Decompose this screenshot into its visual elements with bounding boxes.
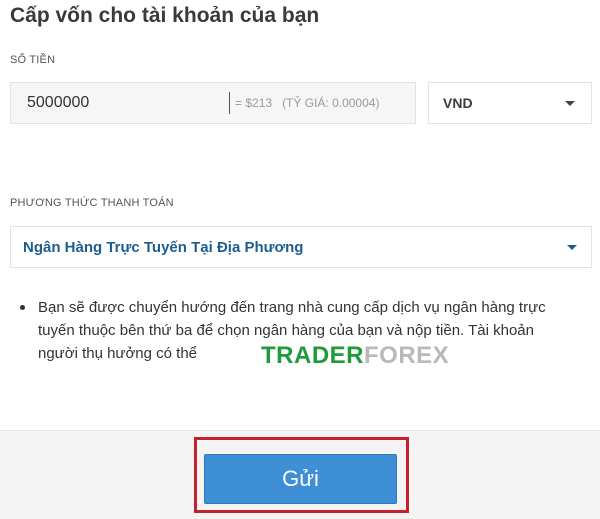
amount-label: SỐ TIỀN — [10, 54, 56, 66]
page-title: Cấp vốn cho tài khoản của bạn — [10, 4, 320, 27]
amount-value[interactable]: 5000000 — [27, 94, 89, 112]
chevron-down-icon — [567, 245, 577, 250]
payment-method-select[interactable]: Ngân Hàng Trực Tuyến Tại Địa Phương — [10, 226, 592, 268]
payment-method-value: Ngân Hàng Trực Tuyến Tại Địa Phương — [23, 239, 304, 256]
payment-method-label: PHƯƠNG THỨC THANH TOÁN — [10, 197, 174, 209]
conversion-text: = $213 (TỶ GIÁ: 0.00004) — [235, 96, 380, 110]
amount-input[interactable]: 5000000 = $213 (TỶ GIÁ: 0.00004) — [10, 82, 416, 124]
chevron-down-icon — [565, 101, 575, 106]
currency-value: VND — [443, 95, 473, 111]
bullet-icon — [20, 305, 25, 310]
text-cursor — [229, 92, 230, 114]
watermark-logo: TRADERFOREX — [261, 342, 450, 369]
submit-button[interactable]: Gửi — [204, 454, 397, 504]
currency-select[interactable]: VND — [428, 82, 592, 124]
